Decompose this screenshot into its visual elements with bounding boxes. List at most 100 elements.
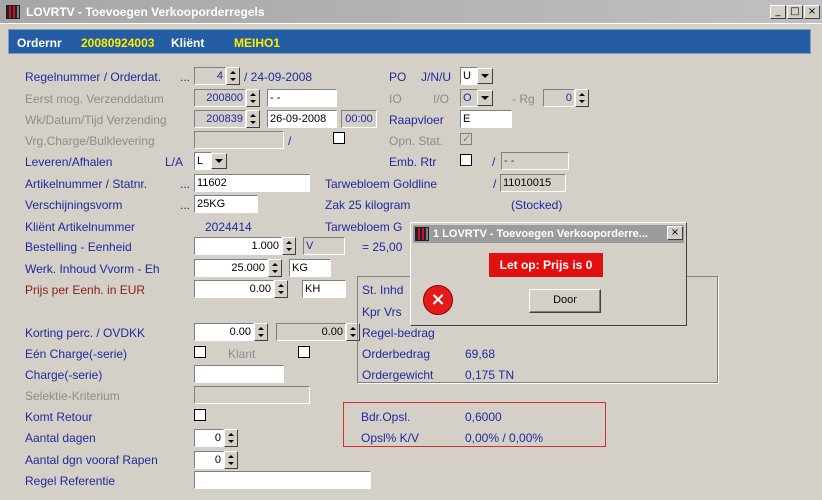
rg-field[interactable]: 0 <box>543 89 575 107</box>
opsl-pct-label: Opsl% K/V <box>361 431 420 445</box>
artikel-field[interactable]: 11602 <box>194 174 310 192</box>
rg-label: - Rg <box>512 92 535 106</box>
werk-spinner[interactable] <box>268 259 282 277</box>
close-button[interactable]: × <box>804 5 820 19</box>
een-charge-label: Eén Charge(-serie) <box>25 347 128 361</box>
klient-label: Kliënt <box>171 36 205 50</box>
rg-spinner[interactable] <box>575 89 589 107</box>
aantal-dgn-field[interactable]: 0 <box>194 451 224 469</box>
stocked-label: (Stocked) <box>511 198 563 212</box>
verschijning-dots[interactable]: ... <box>180 198 190 212</box>
bestelling-spinner[interactable] <box>282 237 296 255</box>
leveren-select[interactable]: L <box>194 152 212 170</box>
leveren-dropdown-button[interactable] <box>211 153 227 169</box>
selektie-label: Selektie-Kriterium <box>25 389 120 403</box>
charge-label: Charge(-serie) <box>25 368 103 382</box>
selektie-field <box>194 386 310 404</box>
vrg-field <box>194 131 284 149</box>
prijs-spinner[interactable] <box>274 280 288 298</box>
charge-field[interactable] <box>194 365 284 383</box>
app-logo-icon <box>6 5 20 19</box>
raapvloer-field[interactable]: E <box>460 110 512 128</box>
raapvloer-label: Raapvloer <box>389 113 444 127</box>
io-sub-label: I/O <box>433 92 450 106</box>
io-label: IO <box>389 92 402 106</box>
bestelling-label: Bestelling - Eenheid <box>25 240 132 254</box>
artikel-description: Tarwebloem Goldline <box>325 177 438 191</box>
window-titlebar[interactable]: LOVRTV - Toevoegen Verkooporderregels _ … <box>0 0 822 24</box>
bdr-opsl-label: Bdr.Opsl. <box>361 410 411 424</box>
orderbedrag-value: 69,68 <box>465 347 496 361</box>
verschijning-label: Verschijningsvorm <box>25 198 123 212</box>
orderdatum-value: / 24-09-2008 <box>244 70 313 84</box>
korting-field[interactable]: 0.00 <box>194 323 254 341</box>
aantal-dgn-spinner[interactable] <box>224 451 238 469</box>
ovdkk-field[interactable]: 0.00 <box>276 323 346 341</box>
korting-label: Korting perc. / OVDKK <box>25 326 146 340</box>
statnr-slash: / <box>493 177 497 191</box>
io-select[interactable]: O <box>460 89 478 107</box>
artikel-dots[interactable]: ... <box>180 177 190 191</box>
minimize-button[interactable]: _ <box>770 5 786 19</box>
warning-dialog[interactable]: 1 LOVRTV - Toevoegen Verkooporderre... ×… <box>410 222 687 326</box>
eerst-date-field[interactable]: - - <box>267 89 337 107</box>
klant-label: Klant <box>228 347 256 361</box>
aantal-dgn-label: Aantal dgn vooraf Rapen <box>25 453 158 467</box>
prijs-unit-field[interactable]: KH <box>302 280 346 298</box>
aantal-dagen-spinner[interactable] <box>224 429 238 447</box>
dialog-close-button[interactable]: × <box>667 226 683 240</box>
po-sub-label: J/N/U <box>421 70 451 84</box>
dialog-titlebar[interactable]: 1 LOVRTV - Toevoegen Verkooporderre... × <box>413 225 684 243</box>
artikel-label: Artikelnummer / Statnr. <box>25 177 148 191</box>
komt-retour-checkbox[interactable] <box>194 409 206 421</box>
werk-field[interactable]: 25.000 <box>194 259 268 277</box>
door-button[interactable]: Door <box>529 289 601 313</box>
io-dropdown-button[interactable] <box>477 90 493 106</box>
st-inhd-label: St. Inhd <box>362 283 404 297</box>
klant-checkbox[interactable] <box>298 346 310 358</box>
opn-stat-checkbox <box>460 132 472 145</box>
wk-week-spinner[interactable] <box>246 110 260 128</box>
regelnummer-label: Regelnummer / Orderdat. <box>25 70 162 84</box>
regelnummer-dots[interactable]: ... <box>180 70 190 84</box>
werk-unit-field[interactable]: KG <box>289 259 331 277</box>
order-header-bar: Ordernr 20080924003 Kliënt MEIHO1 <box>8 29 811 54</box>
klientart-label: Kliënt Artikelnummer <box>25 220 136 234</box>
regelnummer-field[interactable]: 4 <box>194 67 226 85</box>
error-icon: × <box>423 285 453 315</box>
emb-slash: / <box>492 155 496 169</box>
een-charge-checkbox[interactable] <box>194 346 206 358</box>
korting-spinner[interactable] <box>254 323 268 341</box>
ordernr-value: 20080924003 <box>81 36 155 50</box>
prijs-field[interactable]: 0.00 <box>194 280 274 298</box>
emb-rtr-checkbox[interactable] <box>460 154 472 166</box>
aantal-dagen-label: Aantal dagen <box>25 431 96 445</box>
wk-time-field[interactable]: 00:00 <box>341 110 377 128</box>
klient-value: MEIHO1 <box>234 36 281 50</box>
leveren-label: Leveren/Afhalen <box>25 155 113 169</box>
verschijning-description: Zak 25 kilogram <box>325 198 411 212</box>
regel-referentie-field[interactable] <box>194 471 371 489</box>
wk-date-field[interactable]: 26-09-2008 <box>267 110 337 128</box>
dialog-message: Let op: Prijs is 0 <box>489 253 603 277</box>
vrg-slash: / <box>288 134 292 148</box>
opn-stat-label: Opn. Stat. <box>389 134 444 148</box>
aantal-dagen-field[interactable]: 0 <box>194 429 224 447</box>
wk-label: Wk/Datum/Tijd Verzending <box>25 113 167 127</box>
leveren-sub-label: L/A <box>165 155 184 169</box>
prijs-label: Prijs per Eenh. in EUR <box>25 283 146 297</box>
maximize-button[interactable]: □ <box>787 5 803 19</box>
eerst-week-spinner[interactable] <box>246 89 260 107</box>
bestelling-field[interactable]: 1.000 <box>194 237 282 255</box>
regelnummer-spinner[interactable] <box>226 67 240 85</box>
eerst-week-field[interactable]: 200800 <box>194 89 246 107</box>
po-dropdown-button[interactable] <box>477 68 493 84</box>
bestelling-unit-field: V <box>303 237 345 255</box>
po-label: PO <box>389 70 407 84</box>
wk-week-field[interactable]: 200839 <box>194 110 246 128</box>
po-select[interactable]: U <box>460 67 478 85</box>
ordergewicht-label: Ordergewicht <box>362 368 434 382</box>
dialog-title: 1 LOVRTV - Toevoegen Verkooporderre... <box>433 228 648 240</box>
verschijning-field[interactable]: 25KG <box>194 195 258 213</box>
bulklevering-checkbox[interactable] <box>333 132 345 144</box>
